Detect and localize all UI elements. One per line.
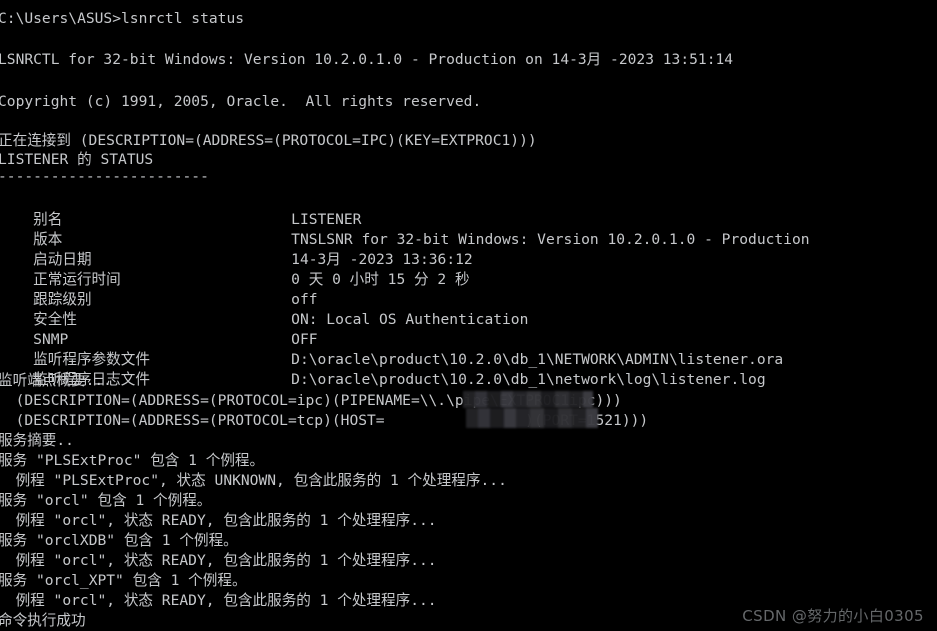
terminal-console[interactable]: C:\Users\ASUS>lsnrctl status LSNRCTL for… <box>0 0 937 631</box>
service-line: 服务 "orcl" 包含 1 个例程。 <box>0 491 211 510</box>
redaction-pipename <box>463 391 593 408</box>
prompt-line: C:\Users\ASUS>lsnrctl status <box>0 9 244 28</box>
final-status-line: 命令执行成功 <box>0 611 86 630</box>
connecting-line: 正在连接到 (DESCRIPTION=(ADDRESS=(PROTOCOL=IP… <box>0 131 537 150</box>
endpoint-header: 监听端点概要... <box>0 371 112 390</box>
service-line: 服务 "PLSExtProc" 包含 1 个例程。 <box>0 451 264 470</box>
service-line: 服务 "orclXDB" 包含 1 个例程。 <box>0 531 238 550</box>
service-line: 例程 "orcl", 状态 READY, 包含此服务的 1 个处理程序... <box>0 591 437 610</box>
service-line: 例程 "orcl", 状态 READY, 包含此服务的 1 个处理程序... <box>0 511 437 530</box>
status-row-value: ON: Local OS Authentication <box>291 311 528 328</box>
redaction-host <box>466 408 598 428</box>
separator-rule: ------------------------ <box>0 167 209 186</box>
service-summary-header: 服务摘要.. <box>0 431 74 450</box>
service-line: 例程 "PLSExtProc", 状态 UNKNOWN, 包含此服务的 1 个处… <box>0 471 507 490</box>
copyright-line: Copyright (c) 1991, 2005, Oracle. All ri… <box>0 92 481 111</box>
lsnrctl-banner: LSNRCTL for 32-bit Windows: Version 10.2… <box>0 50 733 69</box>
service-line: 服务 "orcl_XPT" 包含 1 个例程。 <box>0 571 247 590</box>
status-row-value: D:\oracle\product\10.2.0\db_1\network\lo… <box>291 371 765 388</box>
service-line: 例程 "orcl", 状态 READY, 包含此服务的 1 个处理程序... <box>0 551 437 570</box>
status-row-value: 0 天 0 小时 15 分 2 秒 <box>291 271 469 288</box>
csdn-watermark: CSDN @努力的小白0305 <box>742 607 924 626</box>
